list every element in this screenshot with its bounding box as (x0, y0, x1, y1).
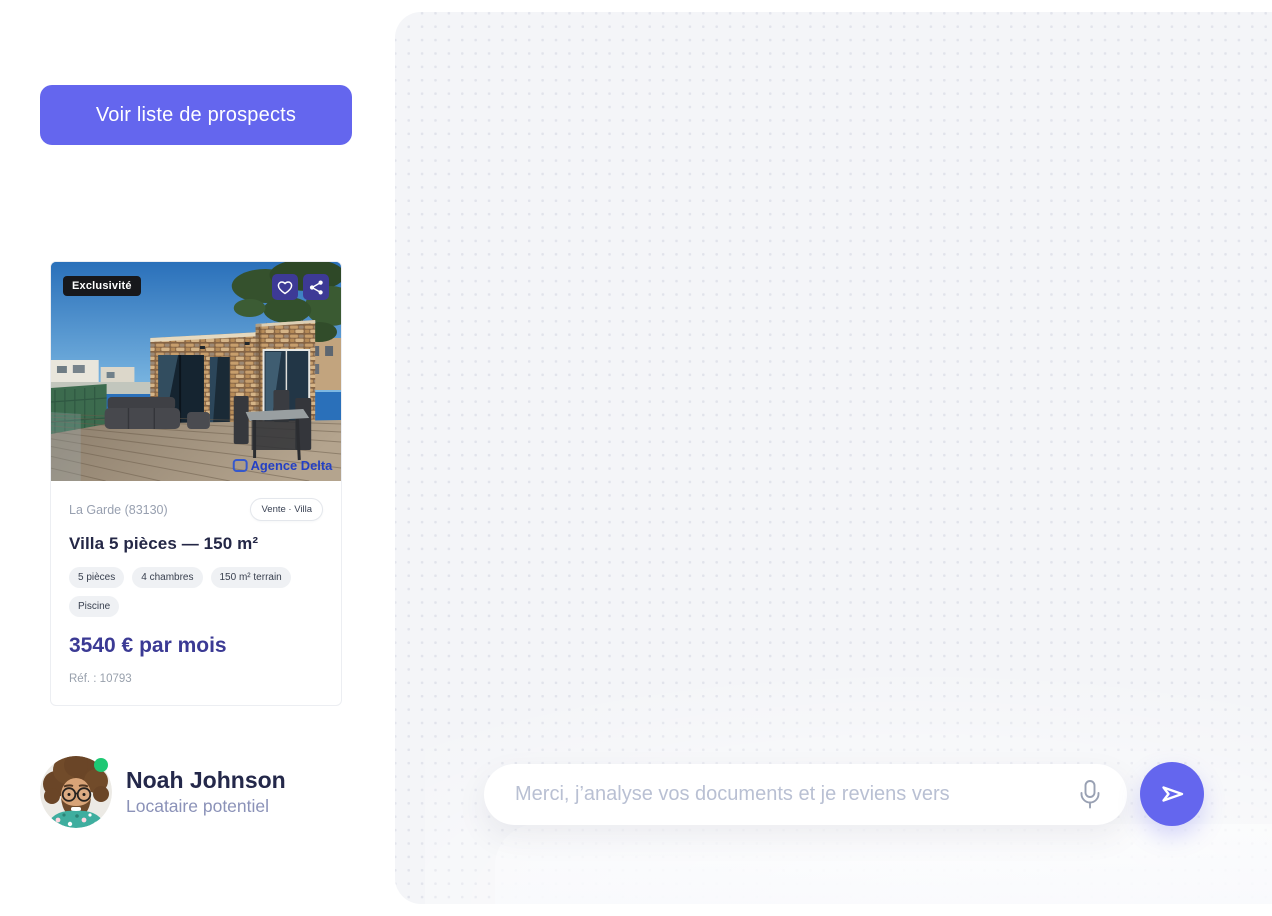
property-price: 3540 € par mois (69, 634, 227, 657)
photo-actions (272, 274, 329, 300)
property-card[interactable]: Agence Delta Exclusivité La Garde (83130… (50, 261, 342, 706)
microphone-button[interactable] (1075, 778, 1105, 812)
heart-icon (277, 280, 293, 294)
avatar (40, 756, 112, 828)
share-icon (309, 280, 323, 294)
svg-text:Agence Delta: Agence Delta (251, 458, 333, 473)
user-role: Locataire potentiel (126, 796, 270, 817)
send-paper-plane-icon (1162, 786, 1184, 802)
property-photo: Agence Delta Exclusivité (51, 262, 341, 481)
favorite-button[interactable] (272, 274, 298, 300)
tag-bedrooms: 4 chambres (132, 567, 203, 588)
property-tags: 5 pièces 4 chambres 150 m² terrain Pisci… (69, 567, 323, 617)
tag-pool: Piscine (69, 596, 120, 617)
send-button[interactable] (1140, 762, 1204, 826)
chat-message-input[interactable] (484, 764, 1127, 825)
left-panel: Voir liste de prospects Agence Delta Exc… (0, 0, 395, 916)
property-reference: Réf. : 10793 (69, 673, 132, 685)
user-profile: Noah Johnson Locataire potentiel (40, 756, 286, 828)
property-card-body: La Garde (83130) Vente · Villa Villa 5 p… (51, 481, 341, 705)
exclusivity-badge: Exclusivité (63, 276, 141, 296)
prospects-list-button[interactable]: Voir liste de prospects (40, 85, 352, 145)
tag-rooms: 5 pièces (69, 567, 125, 588)
microphone-icon (1080, 779, 1100, 808)
chat-input-container (484, 764, 1127, 825)
share-button[interactable] (303, 274, 329, 300)
chat-panel (395, 12, 1272, 904)
property-location: La Garde (83130) (69, 502, 168, 517)
listing-type-badge: Vente · Villa (250, 498, 323, 521)
property-title: Villa 5 pièces — 150 m² (69, 534, 259, 553)
user-text: Noah Johnson Locataire potentiel (126, 767, 286, 818)
tag-land: 150 m² terrain (210, 567, 291, 588)
chat-input-row (395, 12, 1272, 904)
app-root: Voir liste de prospects Agence Delta Exc… (0, 0, 1272, 916)
user-name: Noah Johnson (126, 766, 286, 793)
online-status-dot (94, 758, 108, 772)
